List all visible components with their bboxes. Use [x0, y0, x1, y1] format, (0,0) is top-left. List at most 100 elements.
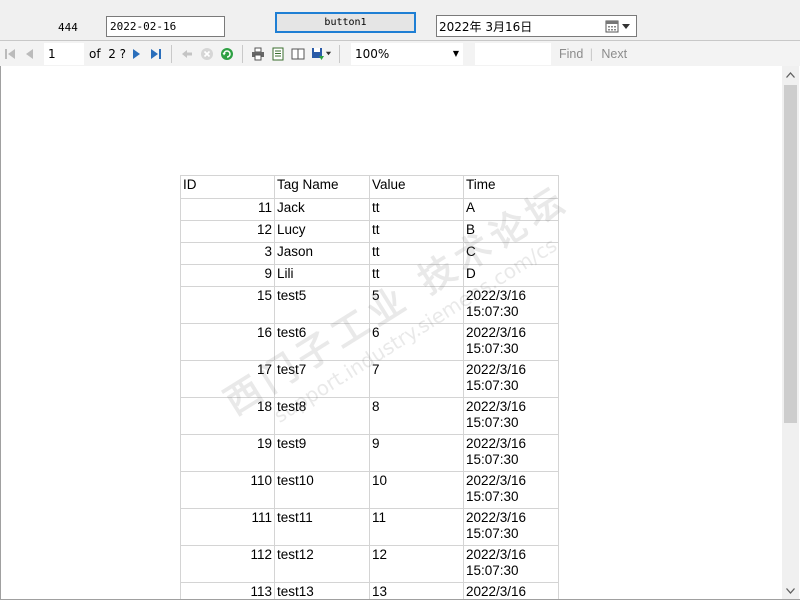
last-page-button[interactable] [146, 44, 166, 64]
table-row: 112 test12 12 2022/3/16 15:07:30 [180, 545, 559, 583]
zoom-value: 100% [355, 46, 390, 61]
cell-value: 5 [369, 286, 464, 324]
column-header-id: ID [180, 175, 275, 199]
label-444: 444 [58, 21, 78, 34]
cell-tag-name: test7 [274, 360, 370, 398]
page-setup-button[interactable] [288, 44, 308, 64]
cell-tag-name: Lucy [274, 220, 370, 243]
cell-tag-name: test9 [274, 434, 370, 472]
last-page-icon [151, 48, 162, 59]
cell-value: 7 [369, 360, 464, 398]
find-next-link[interactable]: Next [601, 47, 627, 61]
table-row: 18 test8 8 2022/3/16 15:07:30 [180, 397, 559, 435]
cell-id: 19 [180, 434, 275, 472]
cell-id: 16 [180, 323, 275, 361]
stop-button[interactable] [197, 44, 217, 64]
cell-id: 111 [180, 508, 275, 546]
vertical-scrollbar[interactable] [782, 66, 799, 599]
date-textbox[interactable]: 2022-02-16 [106, 16, 225, 37]
cell-time: 2022/3/16 15:07:30 [463, 434, 559, 472]
back-button[interactable] [177, 44, 197, 64]
scroll-up-button[interactable] [782, 66, 799, 83]
previous-page-button[interactable] [20, 44, 40, 64]
cell-value: tt [369, 220, 464, 243]
print-layout-button[interactable] [268, 44, 288, 64]
cell-time: 2022/3/16 [463, 582, 559, 599]
cell-time: C [463, 242, 559, 265]
cell-tag-name: Lili [274, 264, 370, 287]
find-link[interactable]: Find [559, 47, 583, 61]
previous-page-icon [26, 48, 33, 59]
cell-value: 10 [369, 471, 464, 509]
cell-time: 2022/3/16 15:07:30 [463, 397, 559, 435]
cell-value: 12 [369, 545, 464, 583]
table-row: 111 test11 11 2022/3/16 15:07:30 [180, 508, 559, 546]
cell-value: 8 [369, 397, 464, 435]
table-row: 12 Lucy tt B [180, 220, 559, 243]
cell-tag-name: test8 [274, 397, 370, 435]
cell-tag-name: test13 [274, 582, 370, 599]
table-row: 15 test5 5 2022/3/16 15:07:30 [180, 286, 559, 324]
scrollbar-thumb[interactable] [784, 85, 797, 423]
scroll-down-button[interactable] [782, 582, 799, 599]
page-count-label: of 2 ? [89, 46, 127, 61]
date-picker-value: 2022年 3月16日 [439, 19, 533, 34]
cell-tag-name: test11 [274, 508, 370, 546]
table-row: 17 test7 7 2022/3/16 15:07:30 [180, 360, 559, 398]
table-row: 110 test10 10 2022/3/16 15:07:30 [180, 471, 559, 509]
column-header-tag-name: Tag Name [274, 175, 370, 199]
table-row: 16 test6 6 2022/3/16 15:07:30 [180, 323, 559, 361]
chevron-down-icon[interactable] [621, 21, 631, 31]
cell-tag-name: Jack [274, 198, 370, 221]
print-button[interactable] [248, 44, 268, 64]
cell-tag-name: test10 [274, 471, 370, 509]
cell-value: 6 [369, 323, 464, 361]
cell-value: 13 [369, 582, 464, 599]
cell-time: D [463, 264, 559, 287]
cell-value: tt [369, 198, 464, 221]
cell-id: 113 [180, 582, 275, 599]
cell-id: 3 [180, 242, 275, 265]
cell-id: 17 [180, 360, 275, 398]
cell-tag-name: Jason [274, 242, 370, 265]
page-setup-icon [291, 48, 305, 59]
cell-time: A [463, 198, 559, 221]
cell-time: B [463, 220, 559, 243]
cell-id: 9 [180, 264, 275, 287]
export-button[interactable] [308, 44, 334, 64]
print-layout-icon [272, 47, 284, 60]
back-arrow-icon [182, 49, 193, 58]
first-page-button[interactable] [0, 44, 20, 64]
cell-time: 2022/3/16 15:07:30 [463, 508, 559, 546]
save-disk-icon [311, 47, 324, 60]
first-page-icon [5, 48, 15, 59]
find-separator: | [589, 46, 594, 61]
table-header-row: ID Tag Name Value Time [180, 175, 559, 199]
cell-id: 12 [180, 220, 275, 243]
cell-time: 2022/3/16 15:07:30 [463, 286, 559, 324]
stop-icon [201, 47, 214, 60]
refresh-icon [221, 47, 234, 60]
cell-tag-name: test5 [274, 286, 370, 324]
next-page-button[interactable] [126, 44, 146, 64]
table-row: 113 test13 13 2022/3/16 [180, 582, 559, 599]
next-page-icon [133, 48, 141, 59]
current-page-input[interactable] [44, 42, 84, 65]
cell-value: tt [369, 264, 464, 287]
cell-value: 9 [369, 434, 464, 472]
calendar-icon[interactable] [605, 19, 619, 33]
zoom-dropdown[interactable]: 100% ▼ [351, 42, 464, 65]
scroll-down-arrow-icon [786, 587, 795, 594]
find-text-input[interactable] [475, 42, 552, 65]
cell-id: 18 [180, 397, 275, 435]
cell-time: 2022/3/16 15:07:30 [463, 323, 559, 361]
table-row: 19 test9 9 2022/3/16 15:07:30 [180, 434, 559, 472]
cell-tag-name: test6 [274, 323, 370, 361]
cell-value: tt [369, 242, 464, 265]
button1[interactable]: button1 [275, 12, 416, 33]
cell-time: 2022/3/16 15:07:30 [463, 360, 559, 398]
chevron-down-icon: ▼ [452, 49, 460, 58]
refresh-button[interactable] [217, 44, 237, 64]
date-picker[interactable]: 2022年 3月16日 [436, 15, 637, 37]
column-header-value: Value [369, 175, 464, 199]
